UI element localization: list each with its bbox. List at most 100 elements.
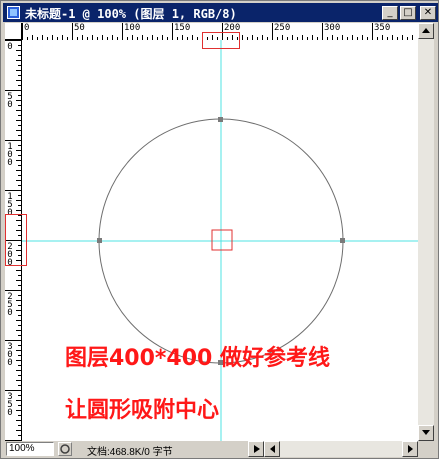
ruler-v-tick [18, 345, 21, 346]
arrow-right-icon [408, 445, 413, 453]
ruler-top-highlight-box [202, 32, 240, 49]
ruler-v-tick [16, 310, 21, 311]
ruler-v-tick [18, 425, 21, 426]
maximize-button[interactable]: □ [400, 6, 416, 20]
status-info-menu-button[interactable] [248, 441, 264, 457]
ruler-h-label: 300 [324, 23, 341, 33]
arrow-up-icon [422, 28, 430, 33]
ruler-v-tick [16, 360, 21, 361]
window-title: 未标题-1 @ 100% (图层 1, RGB/8) [25, 7, 237, 21]
canvas-drawing [22, 40, 418, 441]
ruler-v-tick [5, 40, 21, 41]
annotation-line-2: 让圆形吸附中心 [65, 398, 220, 423]
ruler-v-tick [5, 140, 21, 141]
ruler-h-tick [72, 23, 73, 40]
ruler-v-tick [18, 335, 21, 336]
ruler-v-label: 300 [7, 342, 13, 368]
ruler-v-tick [18, 415, 21, 416]
document-window: 未标题-1 @ 100% (图层 1, RGB/8) _ □ ✕ 0 50 100 1… [0, 0, 439, 459]
ruler-v-tick [16, 400, 21, 401]
scroll-left-button[interactable] [264, 441, 280, 457]
ruler-v-tick [18, 165, 21, 166]
ruler-v-tick [16, 380, 21, 381]
ruler-h-tick [272, 23, 273, 40]
ruler-v-tick [18, 385, 21, 386]
scroll-down-button[interactable] [418, 425, 434, 441]
ruler-v-tick [16, 70, 21, 71]
arrow-left-icon [270, 445, 275, 453]
ruler-h-tick [322, 23, 323, 40]
ruler-v-tick [5, 90, 21, 91]
ruler-v-tick [16, 420, 21, 421]
annotation-line-1: 图层400*400 做好参考线 [65, 346, 331, 371]
close-button[interactable]: ✕ [420, 6, 436, 20]
ruler-v-label: 250 [7, 292, 13, 318]
ruler-h-tick [22, 23, 23, 40]
title-bar[interactable]: 未标题-1 @ 100% (图层 1, RGB/8) _ □ ✕ [3, 3, 438, 22]
ruler-v-tick [18, 285, 21, 286]
ruler-v-tick [18, 115, 21, 116]
arrow-down-icon [422, 430, 430, 435]
ruler-v-tick [18, 155, 21, 156]
ruler-v-label: 0 [7, 42, 13, 52]
ruler-v-tick [18, 295, 21, 296]
scroll-up-button[interactable] [418, 23, 434, 39]
ruler-v-tick [5, 190, 21, 191]
ruler-left-highlight-box [5, 214, 27, 266]
document-size-info: 文档:468.8K/0 字节 [87, 447, 173, 458]
ruler-v-tick [18, 85, 21, 86]
ruler-v-tick [16, 130, 21, 131]
ruler-v-tick [18, 45, 21, 46]
ruler-v-tick [18, 315, 21, 316]
ruler-v-tick [18, 355, 21, 356]
vertical-scrollbar[interactable] [418, 23, 434, 441]
ruler-v-tick [16, 60, 21, 61]
anchor-point-right [340, 238, 345, 243]
ruler-v-tick [16, 170, 21, 171]
ruler-v-tick [16, 150, 21, 151]
ruler-v-tick [16, 110, 21, 111]
ruler-v-tick [16, 300, 21, 301]
ruler-v-tick [18, 195, 21, 196]
anchor-point-top [218, 117, 223, 122]
ruler-v-tick [18, 325, 21, 326]
ruler-v-tick [5, 340, 21, 341]
ruler-v-tick [18, 55, 21, 56]
ruler-v-tick [16, 100, 21, 101]
horizontal-scrollbar[interactable] [264, 441, 418, 457]
ruler-v-tick [18, 135, 21, 136]
ruler-v-tick [16, 270, 21, 271]
ruler-v-tick [18, 105, 21, 106]
ruler-v-tick [18, 275, 21, 276]
ruler-v-tick [18, 125, 21, 126]
ruler-v-tick [18, 75, 21, 76]
ruler-v-tick [5, 290, 21, 291]
center-highlight-box [211, 229, 233, 251]
minimize-button[interactable]: _ [382, 6, 398, 20]
ruler-origin-corner[interactable] [5, 23, 22, 40]
ruler-v-label: 50 [7, 92, 13, 110]
ruler-v-tick [18, 375, 21, 376]
status-bar: 100% 文档:468.8K/0 字节 [5, 441, 418, 458]
ruler-v-tick [5, 390, 21, 391]
ruler-v-tick [16, 120, 21, 121]
ruler-v-tick [18, 145, 21, 146]
ruler-v-label: 100 [7, 142, 13, 168]
ruler-v-tick [18, 305, 21, 306]
ruler-v-tick [16, 330, 21, 331]
ruler-h-label: 0 [24, 23, 30, 33]
scroll-right-button[interactable] [402, 441, 418, 457]
ruler-v-label: 350 [7, 392, 13, 418]
resize-grip[interactable] [418, 441, 434, 457]
zoom-level-field[interactable]: 100% [6, 442, 54, 456]
document-canvas[interactable]: 图层400*400 做好参考线 让圆形吸附中心 [22, 40, 418, 441]
ruler-v-tick [16, 370, 21, 371]
ruler-v-tick [18, 205, 21, 206]
status-menu-icon[interactable] [58, 442, 72, 456]
ruler-v-tick [18, 175, 21, 176]
ruler-v-tick [16, 210, 21, 211]
ruler-v-tick [16, 410, 21, 411]
ruler-h-label: 100 [124, 23, 141, 33]
ruler-v-tick [16, 80, 21, 81]
ruler-v-tick [16, 320, 21, 321]
